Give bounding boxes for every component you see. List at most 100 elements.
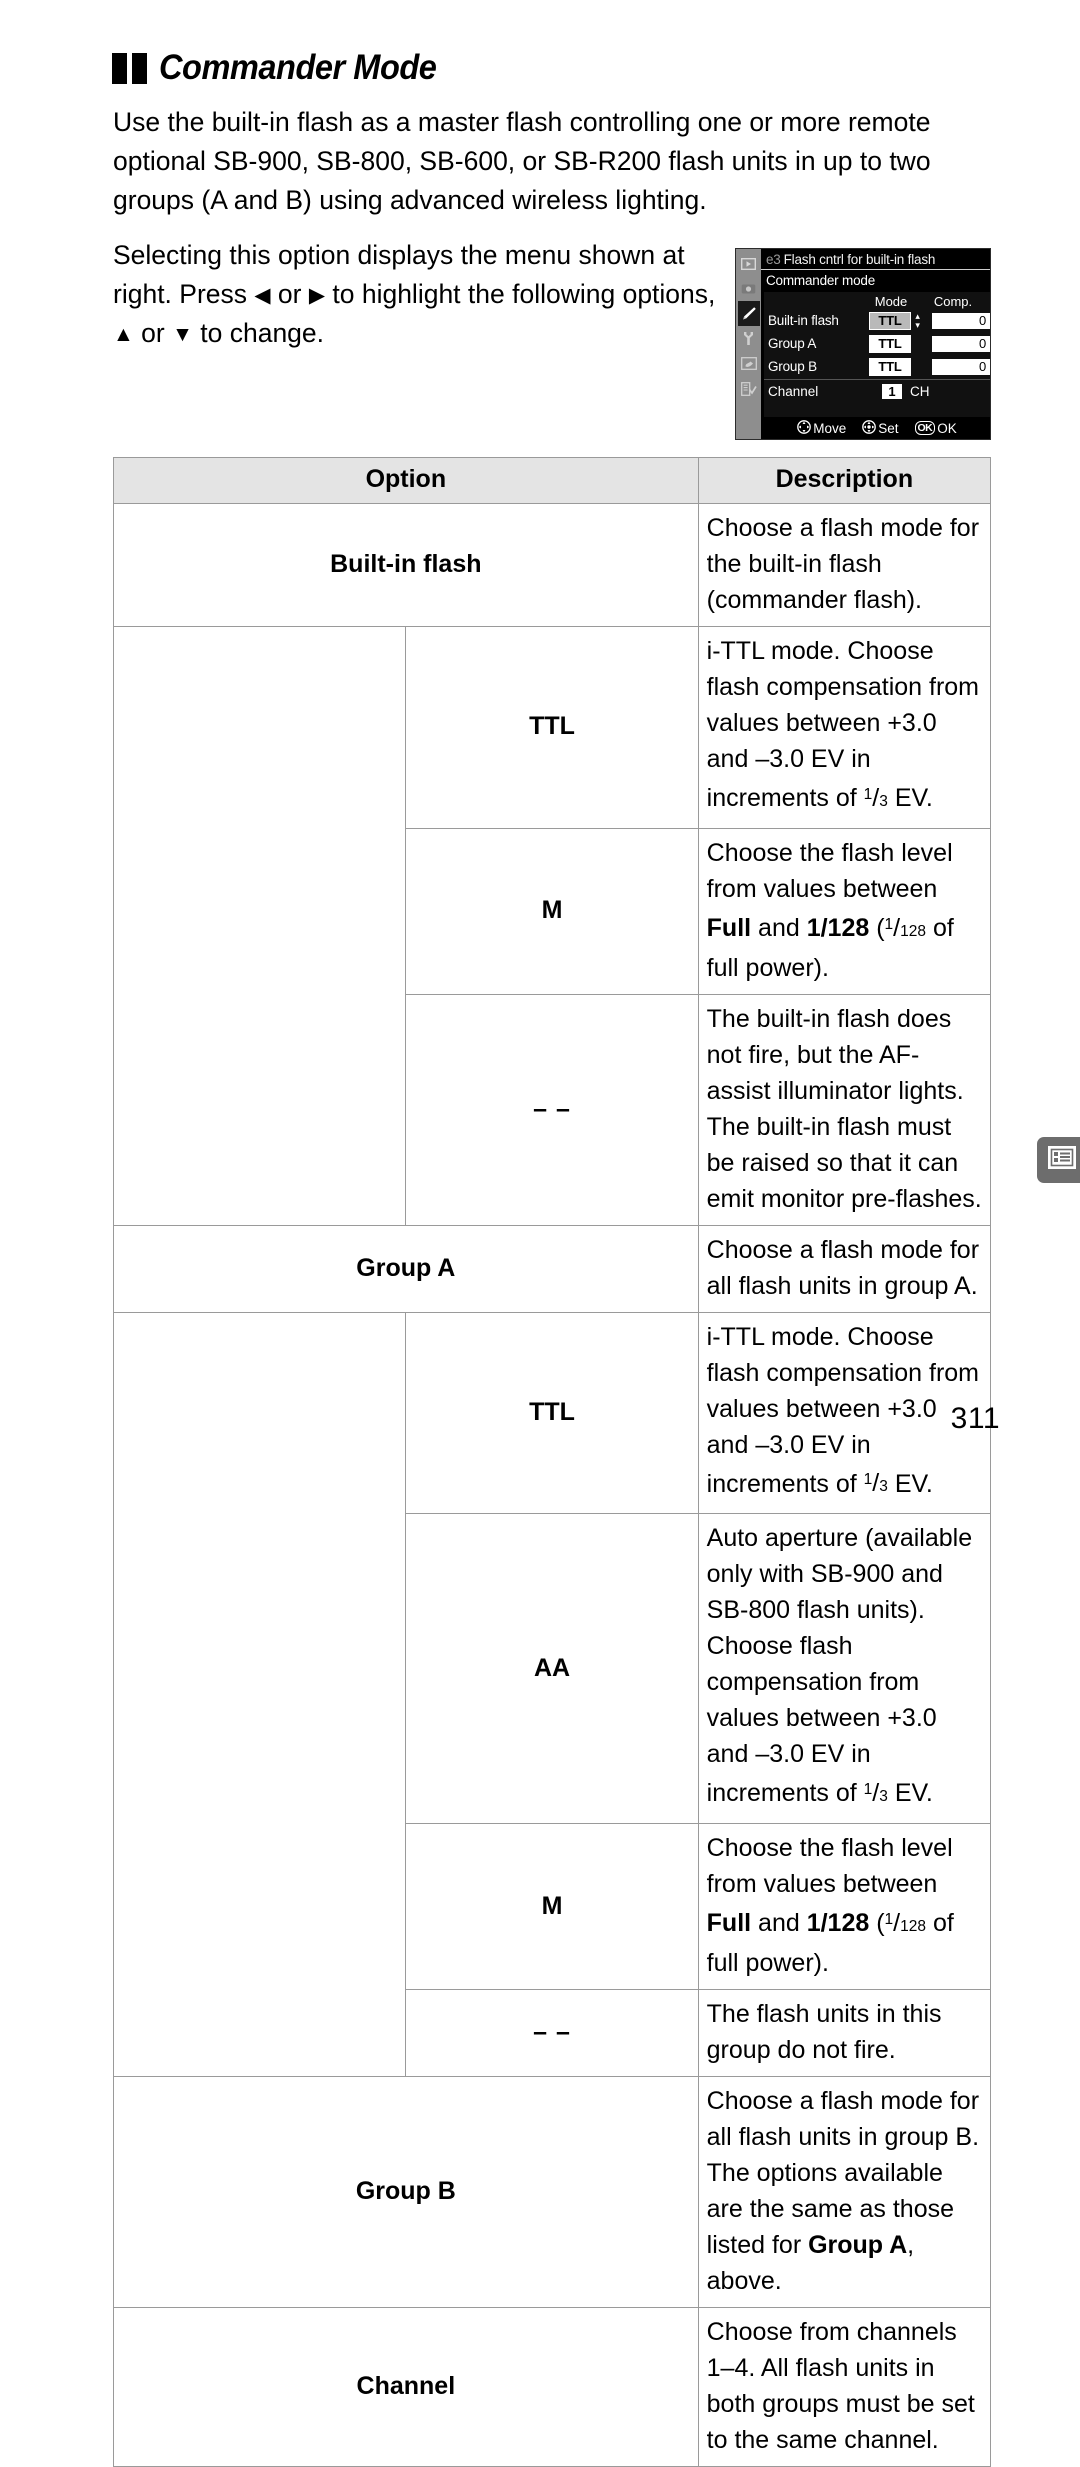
option-none-group-a: – – [405, 1989, 699, 2078]
retouch-icon[interactable] [738, 351, 760, 376]
desc-text: and [751, 1909, 807, 1938]
description-group-b: Choose a flash mode for all flash units … [697, 2076, 992, 2309]
lcd-row-label: Group A [768, 336, 817, 351]
lcd-main-panel: e3 Flash cntrl for built-in flash Command… [761, 249, 990, 439]
desc-text: Auto aperture (available only with SB-90… [706, 1524, 973, 1808]
instruction-text-2: or [270, 279, 309, 309]
double-square-bullet-icon [112, 52, 147, 84]
desc-text: EV. [887, 783, 933, 812]
lcd-menu-id: e3 [766, 252, 781, 267]
lcd-row-group-a[interactable]: Group A TTL 0 [764, 332, 990, 355]
desc-text: EV. [887, 1779, 933, 1808]
lcd-row-channel[interactable]: Channel 1 CH [764, 380, 990, 403]
desc-text: ( [869, 1909, 885, 1938]
fraction-numerator: 1 [863, 786, 873, 803]
lcd-comp-value-group-b[interactable]: 0 [932, 358, 990, 375]
lcd-channel-label: Channel [768, 384, 819, 399]
fraction-numerator: 1 [863, 1781, 873, 1799]
menu-list-icon [1047, 1145, 1077, 1175]
option-group-a: Group A [113, 1224, 699, 1313]
lcd-footer-ok: OK OK [914, 421, 957, 436]
description-none-group-a: The flash units in this group do not fir… [697, 1989, 992, 2078]
fraction-one-third: 1/3 [863, 783, 888, 812]
fraction-denominator: 3 [879, 792, 888, 810]
desc-text: ( [869, 913, 885, 942]
chapter-tab-menu[interactable] [1037, 1137, 1080, 1183]
option-none-builtin: – – [405, 993, 699, 1226]
option-group-b: Group B [113, 2076, 699, 2309]
table-row: Group A Choose a flash mode for all flas… [113, 1224, 992, 1313]
description-m-group-a: Choose the flash level from values betwe… [697, 1823, 992, 1991]
fraction-denominator: 3 [879, 1788, 888, 1806]
table-row: Built-in flash Choose a flash mode for t… [113, 503, 992, 627]
fraction-numerator: 1 [863, 1471, 873, 1489]
description-group-a: Choose a flash mode for all flash units … [697, 1224, 992, 1313]
lcd-mode-value-group-a[interactable]: TTL [869, 334, 911, 353]
lcd-channel-value[interactable]: 1 [882, 384, 902, 399]
lcd-column-headers: Mode Comp. [764, 294, 990, 309]
recent-settings-icon[interactable] [738, 376, 760, 401]
lcd-subtitle: Commander mode [766, 273, 875, 288]
desc-text: i-TTL mode. Choose flash compensation fr… [706, 637, 980, 812]
lcd-menu-sidebar [736, 249, 761, 439]
intro-paragraph: Use the built-in flash as a master flash… [113, 107, 931, 215]
table-header-option: Option [113, 457, 699, 504]
fraction-numerator: 1 [884, 915, 894, 933]
lcd-channel-unit: CH [910, 384, 930, 399]
instruction-paragraph: Selecting this option displays the menu … [113, 236, 723, 353]
desc-text: and [751, 913, 807, 942]
desc-text: Choose the flash level from values betwe… [706, 838, 953, 903]
lcd-footer-set: Set [862, 419, 899, 437]
option-channel: Channel [113, 2307, 699, 2467]
row-indent-spacer [112, 626, 406, 1226]
option-aa-group-a: AA [405, 1513, 699, 1825]
lcd-column-mode: Mode [874, 294, 908, 309]
down-arrow-icon: ▼ [172, 323, 193, 346]
desc-bold-128: 1/128 [806, 1909, 870, 1938]
fraction-one-128: 1/128 [884, 913, 926, 942]
fraction-denominator: 3 [879, 1478, 888, 1496]
lcd-row-builtin-flash[interactable]: Built-in flash TTL ▴ ▾ 0 [764, 309, 990, 332]
option-builtin-flash: Built-in flash [113, 503, 699, 627]
fraction-numerator: 1 [884, 1911, 894, 1929]
setup-wrench-icon[interactable] [738, 326, 760, 351]
fraction-one-128: 1/128 [884, 1909, 926, 1938]
playback-icon[interactable] [738, 251, 760, 276]
left-arrow-icon: ◀ [254, 284, 271, 307]
custom-settings-pencil-icon[interactable] [737, 301, 760, 326]
options-table: Option Description Built-in flash Choose… [112, 457, 992, 2467]
lcd-comp-value-group-a[interactable]: 0 [932, 335, 990, 352]
page-number: 311 [950, 1402, 1000, 1435]
option-ttl-builtin: TTL [405, 626, 699, 829]
table-row: TTL i-TTL mode. Choose flash compensatio… [112, 626, 992, 1226]
description-none-builtin: The built-in flash does not fire, but th… [697, 993, 992, 1226]
fraction-one-third: 1/3 [863, 1469, 888, 1498]
description-aa-group-a: Auto aperture (available only with SB-90… [697, 1513, 992, 1825]
right-arrow-icon: ▶ [308, 284, 325, 307]
lcd-comp-value-builtin[interactable]: 0 [932, 312, 990, 329]
table-row: Group B Choose a flash mode for all flas… [113, 2076, 992, 2309]
lcd-column-comp: Comp. [933, 294, 973, 309]
description-m-builtin: Choose the flash level from values betwe… [697, 827, 992, 995]
lcd-footer-move: Move [797, 419, 846, 437]
lcd-mode-value-group-b[interactable]: TTL [869, 357, 911, 376]
lcd-row-group-b[interactable]: Group B TTL 0 [764, 355, 990, 378]
lcd-row-label: Group B [768, 359, 817, 374]
lcd-colhdr-spacer [768, 294, 864, 309]
multi-selector-icon [797, 419, 812, 437]
page-title: Commander Mode [112, 48, 457, 88]
desc-bold-group-a: Group A [808, 2231, 908, 2260]
fraction-denominator: 128 [900, 922, 926, 940]
fraction-denominator: 128 [900, 1918, 926, 1936]
lcd-row-label: Built-in flash [768, 313, 839, 328]
description-channel: Choose from channels 1–4. All flash unit… [697, 2307, 992, 2467]
desc-text: Choose the flash level from values betwe… [706, 1834, 953, 1899]
lcd-menu-title: e3 Flash cntrl for built-in flash [761, 249, 990, 270]
lcd-settings-body: Mode Comp. Built-in flash TTL ▴ ▾ 0 Group… [764, 292, 990, 417]
up-down-selector-icon: ▴ ▾ [915, 310, 920, 330]
desc-bold-full: Full [706, 1909, 752, 1938]
desc-bold-128: 1/128 [806, 913, 870, 942]
lcd-mode-value-builtin[interactable]: TTL [869, 311, 911, 330]
shooting-menu-icon[interactable] [738, 276, 760, 301]
instruction-text-5: to change. [192, 318, 325, 348]
